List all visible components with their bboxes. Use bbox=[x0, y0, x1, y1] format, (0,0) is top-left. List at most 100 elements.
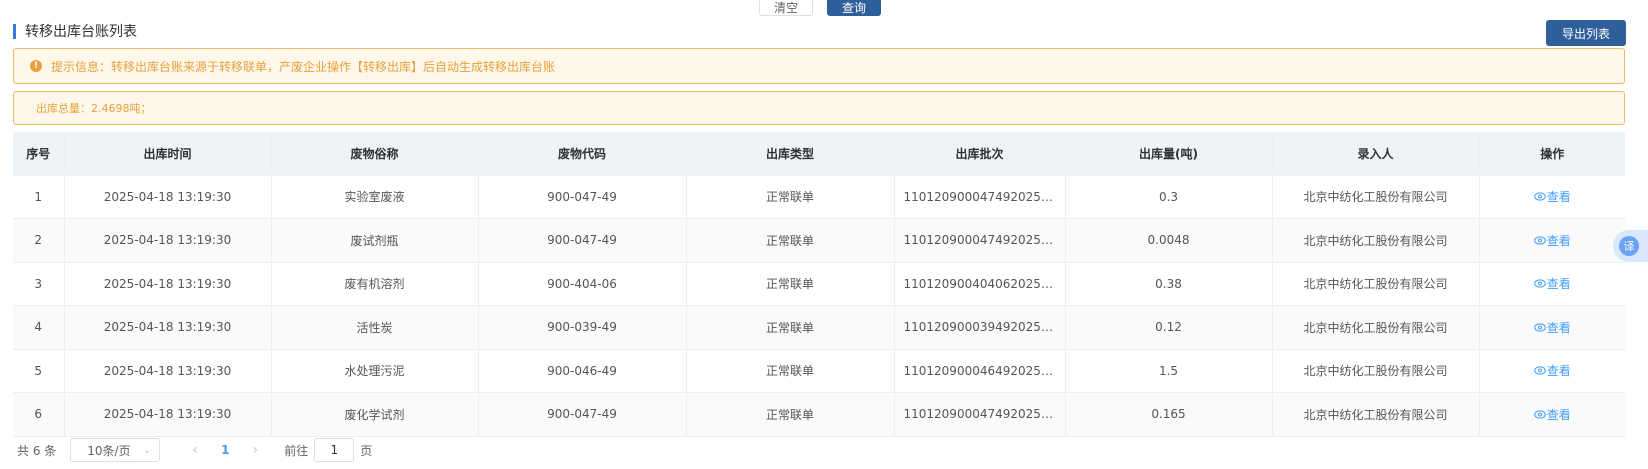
outbound-qty-cell: 0.3 bbox=[1065, 175, 1273, 219]
goto-label: 前往 bbox=[284, 443, 309, 458]
waste-name-cell: 水处理污泥 bbox=[271, 349, 479, 393]
view-label: 查看 bbox=[1546, 364, 1571, 379]
view-button[interactable]: 查看 bbox=[1533, 232, 1571, 249]
view-button[interactable]: 查看 bbox=[1533, 275, 1571, 292]
table-header-row: 序号 出库时间 废物俗称 废物代码 出库类型 出库批次 出库量(吨) 录入人 操作 bbox=[13, 132, 1625, 176]
eye-icon bbox=[1533, 366, 1546, 375]
outbound-qty-cell: 0.38 bbox=[1065, 262, 1273, 306]
waste-name-cell: 废化学试剂 bbox=[271, 392, 479, 437]
table-body: 1 2025-04-18 13:19:30 实验室废液 900-047-49 正常联单 1… bbox=[13, 175, 1625, 437]
waste-code-cell: 900-039-49 bbox=[478, 305, 687, 350]
warning-circle-icon: ! bbox=[30, 60, 42, 72]
table-row: 3 2025-04-18 13:19:30 废有机溶剂 900-404-06 正常联单 1… bbox=[13, 262, 1625, 306]
eye-icon bbox=[1533, 410, 1546, 419]
pagination-total: 共 6 条 bbox=[17, 443, 57, 458]
info-notice-text: 提示信息：转移出库台账来源于转移联单，产废企业操作【转移出库】后自动生成转移出库… bbox=[51, 59, 556, 74]
row-index-cell: 4 bbox=[13, 305, 65, 350]
next-page-icon[interactable]: › bbox=[240, 442, 270, 458]
view-button[interactable]: 查看 bbox=[1533, 188, 1571, 205]
entered-by-cell: 北京中纺化工股份有限公司 bbox=[1272, 349, 1480, 393]
outbound-time-cell: 2025-04-18 13:19:30 bbox=[64, 218, 272, 263]
column-header: 出库批次 bbox=[894, 132, 1066, 176]
row-index-cell: 5 bbox=[13, 349, 65, 393]
table-row: 6 2025-04-18 13:19:30 废化学试剂 900-047-49 正常联单 1… bbox=[13, 392, 1625, 437]
eye-icon bbox=[1533, 323, 1546, 332]
total-notice-text: 出库总量：2.4698吨； bbox=[36, 102, 152, 115]
outbound-type-cell: 正常联单 bbox=[686, 349, 895, 393]
section-title: 转移出库台账列表 bbox=[13, 22, 137, 40]
total-notice: 出库总量：2.4698吨； bbox=[13, 91, 1625, 125]
column-header: 出库时间 bbox=[64, 132, 272, 176]
column-header: 出库类型 bbox=[686, 132, 895, 176]
entered-by-cell: 北京中纺化工股份有限公司 bbox=[1272, 218, 1480, 263]
outbound-type-cell: 正常联单 bbox=[686, 392, 895, 437]
translate-icon: 译 bbox=[1619, 236, 1639, 256]
info-notice: ! 提示信息：转移出库台账来源于转移联单，产废企业操作【转移出库】后自动生成转移… bbox=[13, 48, 1625, 84]
view-label: 查看 bbox=[1546, 190, 1571, 205]
view-button[interactable]: 查看 bbox=[1533, 406, 1571, 423]
outbound-batch-cell: 11012090004649202504181319300005 bbox=[894, 349, 1066, 393]
column-header: 出库量(吨) bbox=[1065, 132, 1273, 176]
view-label: 查看 bbox=[1546, 320, 1571, 335]
waste-name-cell: 废试剂瓶 bbox=[271, 218, 479, 263]
action-cell: 查看 bbox=[1479, 305, 1625, 350]
row-index-cell: 3 bbox=[13, 262, 65, 306]
eye-icon bbox=[1533, 236, 1546, 245]
outbound-batch-cell: 11012090004749202504181319300002 bbox=[894, 218, 1066, 263]
table-row: 2 2025-04-18 13:19:30 废试剂瓶 900-047-49 正常联单 11… bbox=[13, 218, 1625, 263]
row-index-cell: 2 bbox=[13, 218, 65, 263]
eye-icon bbox=[1533, 192, 1546, 201]
entered-by-cell: 北京中纺化工股份有限公司 bbox=[1272, 262, 1480, 306]
table-row: 4 2025-04-18 13:19:30 活性炭 900-039-49 正常联单 110… bbox=[13, 305, 1625, 350]
goto-page-input[interactable]: 1 bbox=[314, 438, 355, 462]
page-suffix-label: 页 bbox=[360, 443, 373, 458]
export-list-button[interactable]: 导出列表 bbox=[1546, 20, 1626, 46]
waste-code-cell: 900-047-49 bbox=[478, 175, 687, 219]
outbound-batch-cell: 11012090040406202504181319300003 bbox=[894, 262, 1066, 306]
outbound-type-cell: 正常联单 bbox=[686, 262, 895, 306]
outbound-qty-cell: 0.12 bbox=[1065, 305, 1273, 350]
outbound-qty-cell: 0.0048 bbox=[1065, 218, 1273, 263]
action-cell: 查看 bbox=[1479, 262, 1625, 306]
column-header: 废物俗称 bbox=[271, 132, 479, 176]
translate-widget[interactable]: 译 bbox=[1613, 230, 1648, 262]
outbound-type-cell: 正常联单 bbox=[686, 305, 895, 350]
entered-by-cell: 北京中纺化工股份有限公司 bbox=[1272, 175, 1480, 219]
view-button[interactable]: 查看 bbox=[1533, 319, 1571, 336]
outbound-time-cell: 2025-04-18 13:19:30 bbox=[64, 392, 272, 437]
waste-code-cell: 900-047-49 bbox=[478, 392, 687, 437]
outbound-time-cell: 2025-04-18 13:19:30 bbox=[64, 262, 272, 306]
prev-page-icon[interactable]: ‹ bbox=[180, 442, 210, 458]
page-size-value: 10条/页 bbox=[87, 443, 131, 458]
eye-icon bbox=[1533, 279, 1546, 288]
page-size-select[interactable]: 10条/页 ⌄ bbox=[70, 438, 161, 462]
chevron-down-icon: ⌄ bbox=[142, 444, 152, 456]
outbound-batch-cell: 11012090004749202504181319300001 bbox=[894, 175, 1066, 219]
pagination: 共 6 条 10条/页 ⌄ ‹ 1 › 前往 1 页 bbox=[17, 438, 372, 462]
outbound-type-cell: 正常联单 bbox=[686, 218, 895, 263]
view-label: 查看 bbox=[1546, 233, 1571, 248]
table-row: 5 2025-04-18 13:19:30 水处理污泥 900-046-49 正常联单 1… bbox=[13, 349, 1625, 393]
query-button[interactable]: 查询 bbox=[827, 0, 881, 16]
waste-name-cell: 实验室废液 bbox=[271, 175, 479, 219]
entered-by-cell: 北京中纺化工股份有限公司 bbox=[1272, 305, 1480, 350]
row-index-cell: 6 bbox=[13, 392, 65, 437]
waste-code-cell: 900-047-49 bbox=[478, 218, 687, 263]
view-label: 查看 bbox=[1546, 277, 1571, 292]
table-row: 1 2025-04-18 13:19:30 实验室废液 900-047-49 正常联单 1… bbox=[13, 175, 1625, 219]
action-cell: 查看 bbox=[1479, 349, 1625, 393]
reset-button[interactable]: 清空 bbox=[759, 0, 813, 16]
action-cell: 查看 bbox=[1479, 218, 1625, 263]
column-header: 废物代码 bbox=[478, 132, 687, 176]
page-number-current[interactable]: 1 bbox=[210, 443, 240, 457]
outbound-time-cell: 2025-04-18 13:19:30 bbox=[64, 305, 272, 350]
view-label: 查看 bbox=[1546, 407, 1571, 422]
waste-name-cell: 活性炭 bbox=[271, 305, 479, 350]
outbound-ledger-table: 序号 出库时间 废物俗称 废物代码 出库类型 出库批次 出库量(吨) 录入人 操作 1 2025-… bbox=[13, 132, 1625, 437]
outbound-qty-cell: 0.165 bbox=[1065, 392, 1273, 437]
column-header: 录入人 bbox=[1272, 132, 1480, 176]
column-header: 序号 bbox=[13, 132, 65, 176]
outbound-time-cell: 2025-04-18 13:19:30 bbox=[64, 349, 272, 393]
waste-code-cell: 900-046-49 bbox=[478, 349, 687, 393]
view-button[interactable]: 查看 bbox=[1533, 362, 1571, 379]
